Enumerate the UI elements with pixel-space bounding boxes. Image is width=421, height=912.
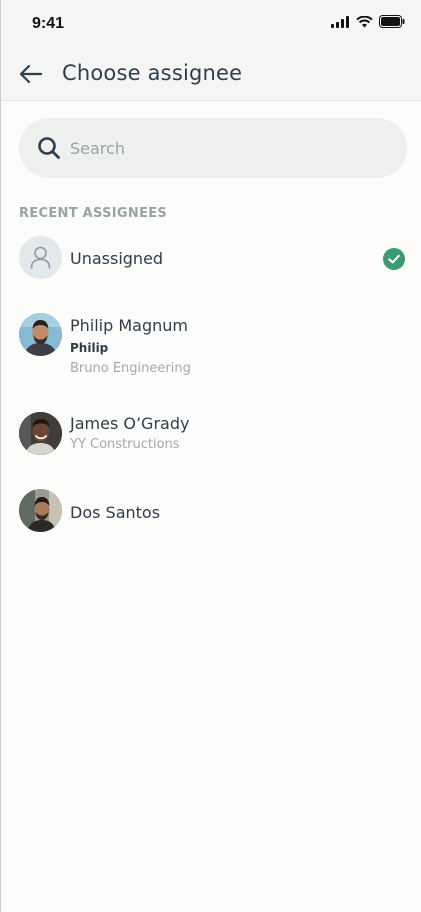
back-button[interactable]	[17, 62, 45, 86]
assignee-row-dos-santos[interactable]: Dos Santos	[1, 480, 421, 542]
header: Choose assignee	[1, 48, 421, 101]
assignee-row-philip-magnum[interactable]: Philip Magnum Philip Bruno Engineering	[1, 300, 421, 390]
user-placeholder-icon	[30, 246, 51, 269]
avatar	[19, 313, 62, 356]
screen: 9:41 Choose assignee Search RECENT ASSIG…	[0, 0, 421, 912]
assignee-nickname: Philip	[70, 341, 109, 355]
avatar-photo	[19, 489, 62, 532]
search-icon	[38, 137, 60, 159]
battery-icon	[379, 15, 405, 28]
assignee-company: YY Constructions	[70, 437, 180, 452]
assignee-row-james-ogrady[interactable]: James O’Grady YY Constructions	[1, 400, 421, 466]
assignee-name: Philip Magnum	[70, 316, 188, 335]
page-title: Choose assignee	[62, 61, 243, 85]
check-circle-icon	[383, 248, 405, 270]
assignee-company: Bruno Engineering	[70, 361, 191, 376]
search-input[interactable]	[70, 133, 390, 163]
status-icons	[331, 15, 405, 28]
avatar-photo	[19, 313, 62, 356]
arrow-left-icon	[19, 64, 43, 84]
wifi-icon	[356, 15, 373, 27]
avatar-photo	[19, 412, 62, 455]
status-time: 9:41	[32, 15, 65, 32]
status-bar: 9:41	[1, 0, 421, 48]
avatar	[19, 489, 62, 532]
section-label-recent: RECENT ASSIGNEES	[19, 206, 168, 221]
search-bar[interactable]	[19, 118, 407, 178]
assignee-name: Unassigned	[70, 249, 164, 268]
assignee-name: James O’Grady	[70, 414, 190, 433]
assignee-row-unassigned[interactable]: Unassigned	[1, 230, 421, 288]
assignee-name: Dos Santos	[70, 503, 161, 522]
avatar	[19, 236, 62, 279]
signal-icon	[331, 15, 349, 28]
avatar	[19, 412, 62, 455]
